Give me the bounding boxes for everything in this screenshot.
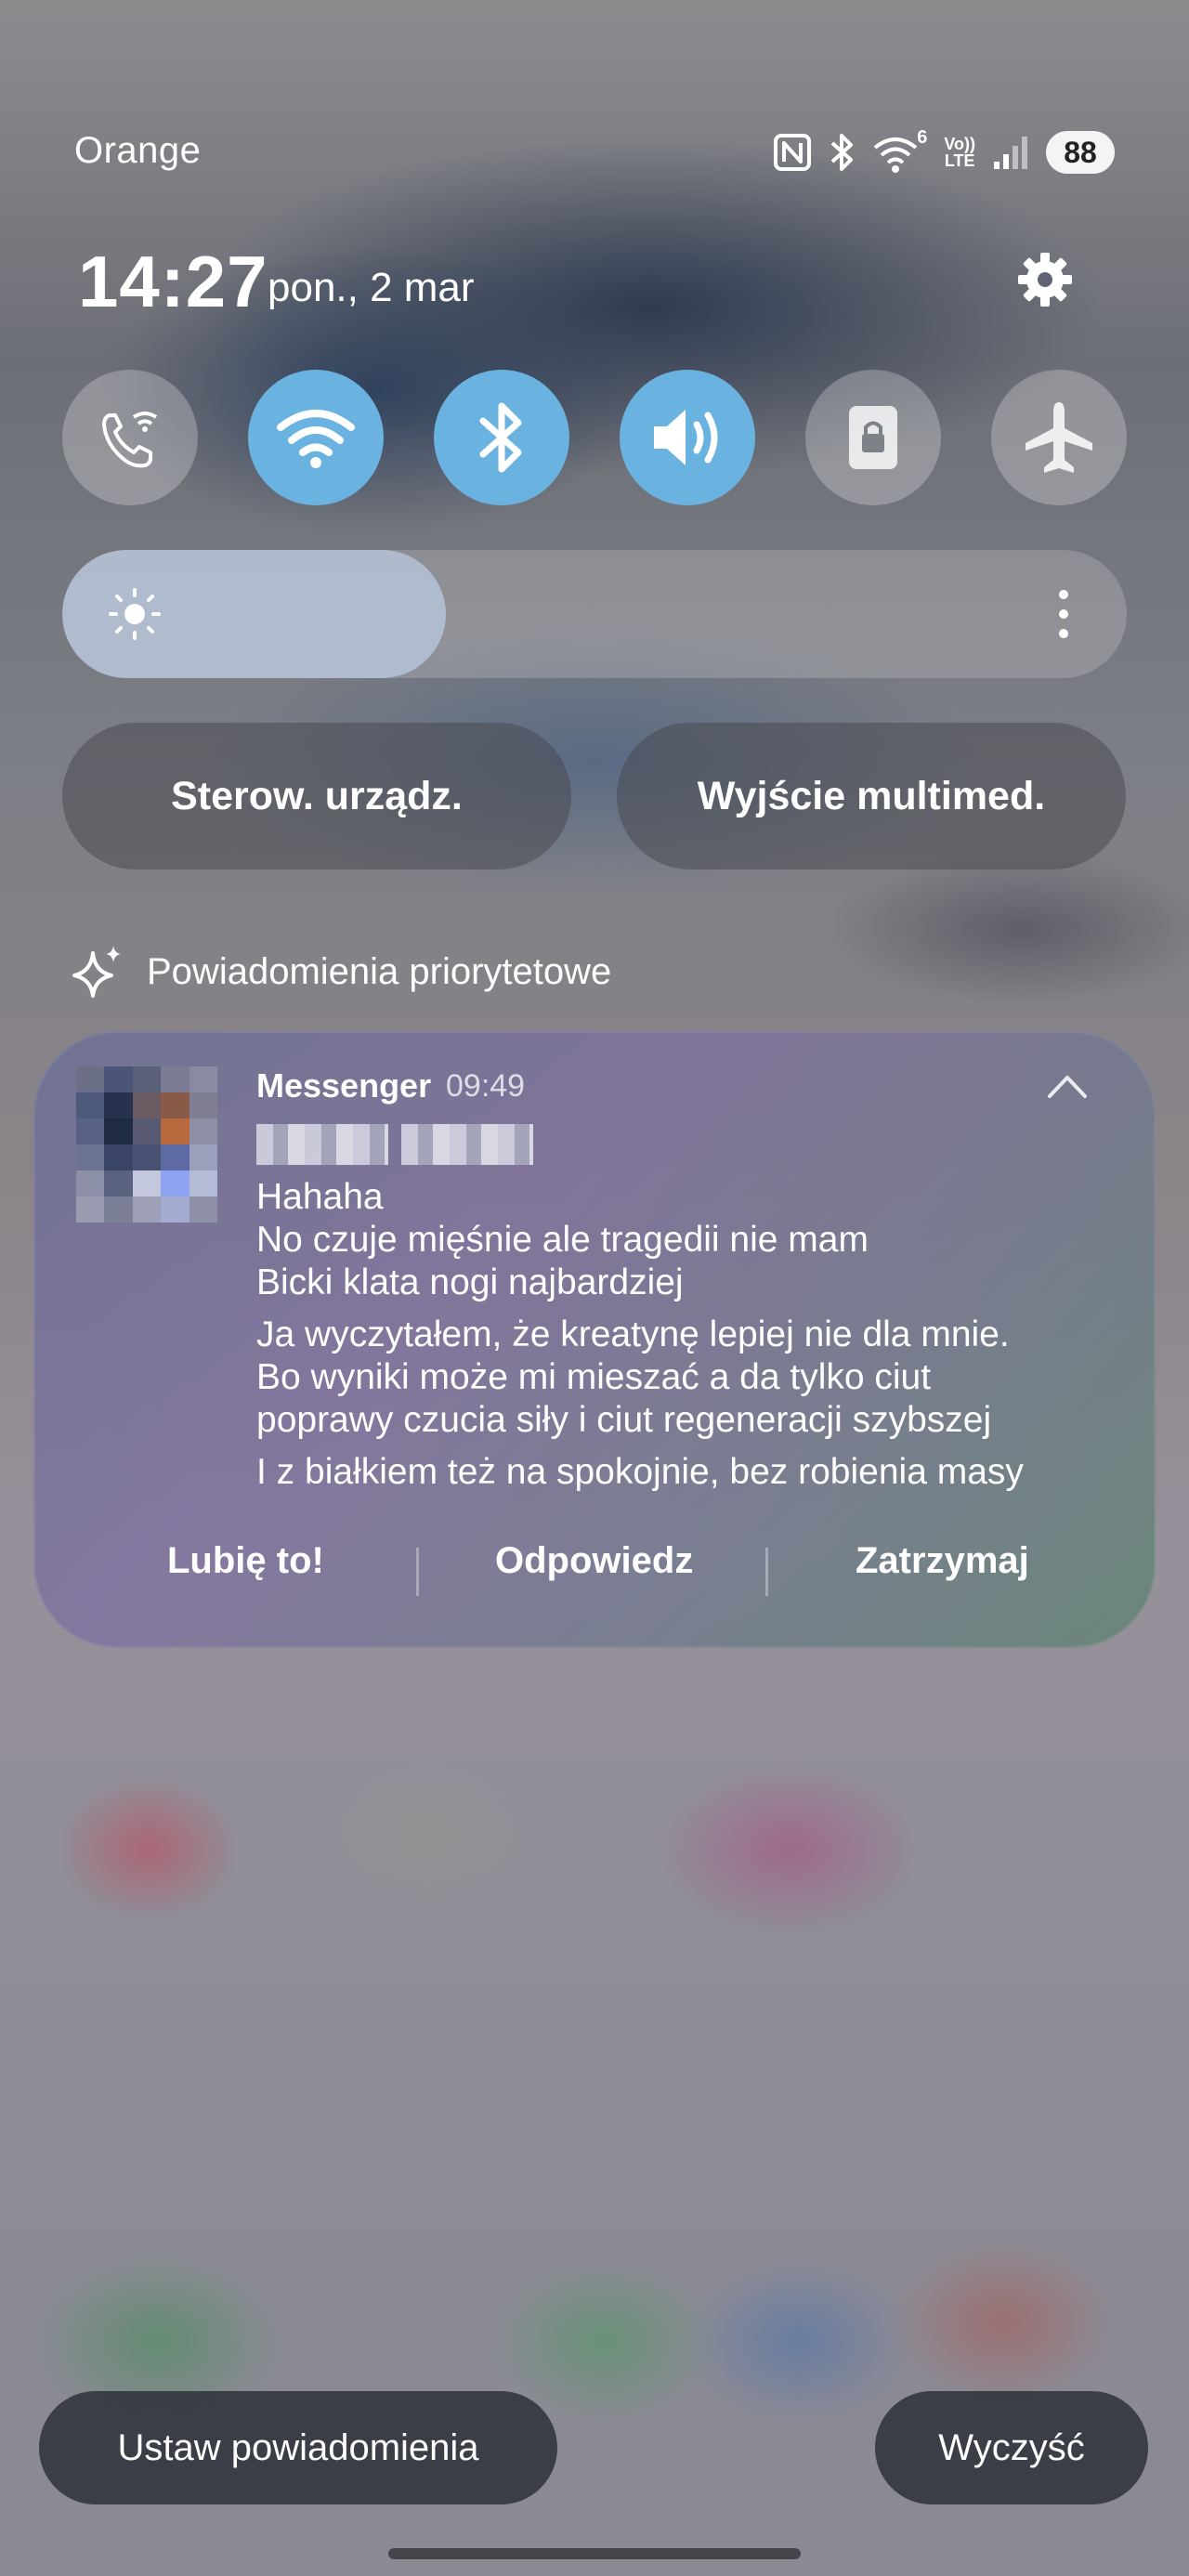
- volte-bottom: LTE: [944, 151, 975, 170]
- wifi-calling-icon: [102, 412, 158, 468]
- carrier-name: Orange: [74, 130, 202, 171]
- divider: [765, 1548, 768, 1596]
- media-output-button[interactable]: Wyjście multimed.: [617, 723, 1126, 870]
- sparkle-icon: [72, 946, 121, 998]
- reply-button[interactable]: Odpowiedz: [495, 1540, 693, 1582]
- volte-top: Vo)): [944, 135, 975, 153]
- mute-button[interactable]: Zatrzymaj: [856, 1540, 1029, 1582]
- message-line: Bo wyniki może mi mieszać a da tylko ciu…: [256, 1357, 932, 1397]
- message-line: I z białkiem też na spokojnie, bez robie…: [256, 1452, 1024, 1492]
- airplane-icon: [1026, 402, 1092, 473]
- wifi-icon: [277, 410, 355, 468]
- brightness-slider[interactable]: [62, 550, 1127, 678]
- lock-icon: [849, 406, 897, 469]
- tile-wifi-calling[interactable]: [62, 370, 198, 505]
- status-icons: 6 Vo)) LTE 88: [773, 127, 1115, 177]
- bluetooth-icon: [831, 134, 854, 171]
- tile-sound[interactable]: [620, 370, 755, 505]
- sound-icon: [654, 410, 718, 465]
- message-line: No czuje mięśnie ale tragedii nie mam: [256, 1220, 869, 1260]
- tile-bluetooth[interactable]: [434, 370, 569, 505]
- avatar: [76, 1066, 217, 1223]
- nfc-icon: [774, 134, 812, 171]
- tile-wifi[interactable]: [248, 370, 384, 505]
- battery-icon: 88: [1046, 131, 1115, 174]
- message-line: Hahaha: [256, 1177, 384, 1217]
- date[interactable]: pon., 2 mar: [268, 265, 475, 311]
- signal-icon: [994, 137, 1027, 169]
- settings-gear-icon[interactable]: [1014, 249, 1076, 310]
- brightness-sun-icon: [109, 588, 161, 640]
- like-button[interactable]: Lubię to!: [167, 1540, 324, 1582]
- tile-screen-lock[interactable]: [805, 370, 941, 505]
- wifi-badge: 6: [917, 127, 928, 148]
- messenger-notification[interactable]: Messenger 09:49 Hahaha No czuje mięśnie …: [33, 1031, 1156, 1648]
- device-control-button[interactable]: Sterow. urządz.: [62, 723, 571, 870]
- app-name: Messenger: [256, 1066, 432, 1105]
- divider: [416, 1548, 419, 1596]
- priority-notifications-label: Powiadomienia priorytetowe: [147, 951, 612, 992]
- message-line: poprawy czucia siły i ciut regeneracji s…: [256, 1400, 992, 1440]
- tile-airplane[interactable]: [991, 370, 1127, 505]
- clear-all-button[interactable]: Wyczyść: [875, 2391, 1148, 2504]
- message-line: Bicki klata nogi najbardziej: [256, 1262, 684, 1302]
- more-options-icon[interactable]: [1058, 589, 1069, 639]
- bluetooth-icon: [479, 402, 522, 473]
- notification-settings-button[interactable]: Ustaw powiadomienia: [39, 2391, 557, 2504]
- message-line: Ja wyczytałem, że kreatynę lepiej nie dl…: [256, 1314, 1010, 1354]
- chevron-up-icon[interactable]: [1046, 1072, 1089, 1100]
- sender-name-blurred: [256, 1124, 533, 1169]
- home-indicator[interactable]: [388, 2548, 801, 2559]
- notification-time: 09:49: [446, 1068, 526, 1104]
- wifi-status: 6: [873, 127, 927, 174]
- wifi-icon: [874, 137, 918, 173]
- volte-icon: Vo)) LTE: [944, 136, 975, 169]
- clock[interactable]: 14:27: [78, 240, 268, 324]
